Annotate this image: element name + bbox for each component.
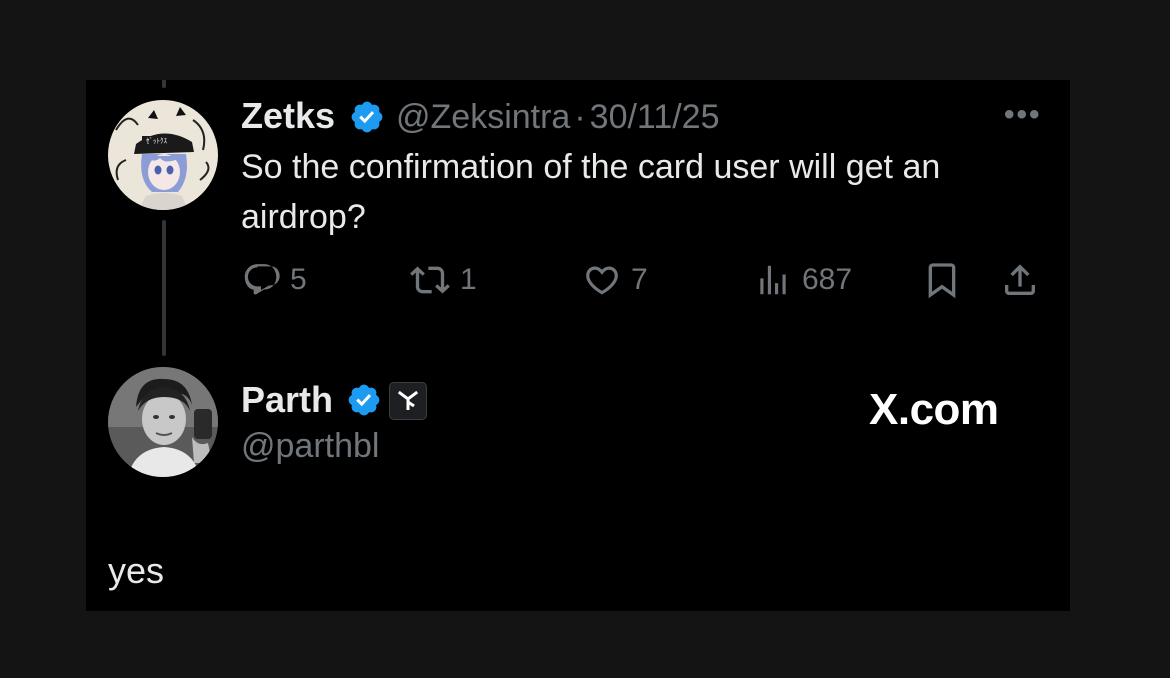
zetks-handle[interactable]: @Zeksintra [396, 98, 570, 136]
verified-badge-icon [348, 384, 380, 416]
repost-button[interactable]: 1 [410, 260, 477, 300]
zetks-name[interactable]: Zetks [241, 96, 335, 136]
bookmark-button[interactable] [922, 260, 962, 300]
like-count: 7 [631, 263, 648, 296]
thread-line [162, 220, 166, 356]
portrait-avatar-icon [108, 367, 218, 477]
verified-badge-icon [351, 101, 383, 133]
parth-handle[interactable]: @parthbl [241, 426, 379, 466]
affiliation-logo-icon [397, 390, 419, 410]
affiliation-badge-icon[interactable] [389, 382, 427, 420]
tweet-card: ｾﾞｯﾄｸｽ Zetks @Zeksintra · 30/11/25 ••• So … [86, 80, 1070, 611]
zetks-handle-row: @Zeksintra · 30/11/25 [396, 97, 720, 137]
bookmark-icon [928, 263, 956, 299]
reply-icon [244, 264, 280, 295]
like-button[interactable]: 7 [583, 260, 648, 300]
tweet-date[interactable]: 30/11/25 [590, 98, 720, 136]
parth-avatar[interactable] [108, 367, 218, 477]
zetks-avatar[interactable]: ｾﾞｯﾄｸｽ [108, 100, 218, 210]
more-options-icon[interactable]: ••• [1004, 98, 1042, 132]
reply-count: 5 [290, 263, 307, 296]
views-count: 687 [802, 263, 853, 296]
reply-text: yes [108, 550, 165, 591]
parth-name[interactable]: Parth [241, 380, 333, 420]
repost-count: 1 [460, 263, 477, 296]
reply-button[interactable]: 5 [242, 260, 307, 300]
dot-separator: · [574, 98, 586, 136]
share-button[interactable] [1000, 260, 1040, 300]
x-com-watermark: X.com [869, 385, 999, 434]
heart-icon [586, 266, 618, 295]
tweet-text-line-1: So the confirmation of the card user wil… [241, 148, 941, 186]
svg-text:ｾﾞｯﾄｸｽ: ｾﾞｯﾄｸｽ [146, 137, 167, 145]
share-icon [1005, 264, 1035, 295]
analytics-icon [760, 265, 786, 295]
anime-avatar-icon: ｾﾞｯﾄｸｽ [108, 100, 218, 210]
views-button[interactable]: 687 [754, 260, 852, 300]
repost-icon [410, 266, 450, 294]
thread-line-top [162, 80, 166, 88]
tweet-text-line-2: airdrop? [241, 198, 366, 236]
tweet-text: So the confirmation of the card user wil… [241, 142, 1041, 242]
